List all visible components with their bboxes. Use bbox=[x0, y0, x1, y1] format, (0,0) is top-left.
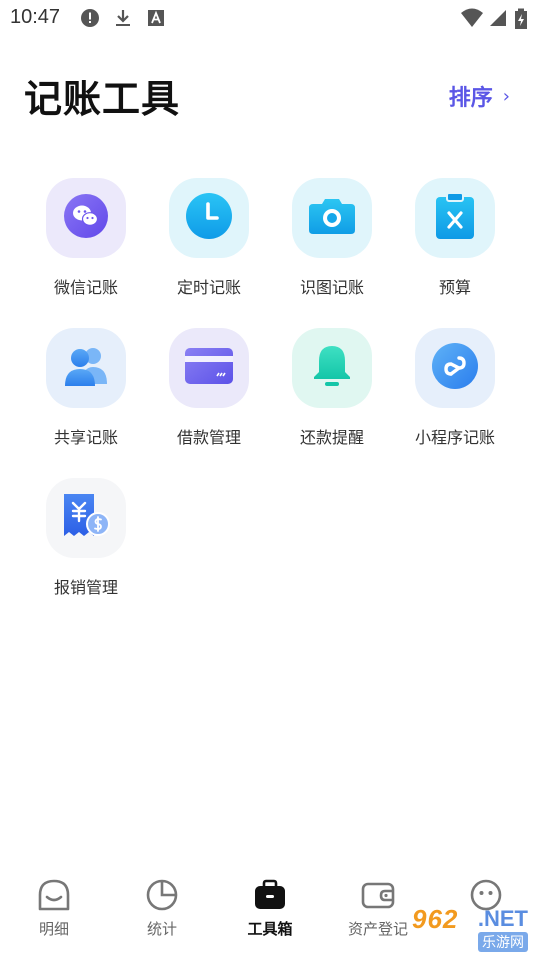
wechat-icon bbox=[62, 192, 110, 244]
toolbox-icon bbox=[253, 878, 287, 912]
tool-icon-bg bbox=[46, 478, 126, 558]
camera-icon bbox=[307, 194, 357, 242]
nav-label: 统计 bbox=[146, 920, 177, 938]
font-a-icon bbox=[146, 8, 166, 28]
tool-reimbursement-management[interactable]: 报销管理 bbox=[25, 478, 145, 608]
tool-label: 定时记账 bbox=[176, 278, 241, 297]
nav-label: 工具箱 bbox=[247, 920, 293, 938]
mini-program-icon bbox=[430, 341, 480, 395]
wifi-icon bbox=[460, 8, 484, 28]
nav-item-statistics[interactable]: 统计 bbox=[108, 868, 216, 960]
tool-icon-bg bbox=[169, 178, 249, 258]
watermark-net: .NET bbox=[477, 906, 528, 931]
users-icon bbox=[62, 344, 110, 392]
tool-scheduled-bookkeeping[interactable]: 定时记账 bbox=[148, 178, 268, 308]
tool-budget[interactable]: 预算 bbox=[394, 178, 514, 308]
tool-label: 识图记账 bbox=[299, 278, 364, 297]
tool-icon-bg bbox=[292, 178, 372, 258]
detail-face-icon bbox=[37, 878, 71, 912]
tool-wechat-bookkeeping[interactable]: 微信记账 bbox=[25, 178, 145, 308]
tool-icon-bg bbox=[292, 328, 372, 408]
watermark-number: 962 bbox=[412, 904, 459, 934]
bell-icon bbox=[310, 343, 354, 393]
sort-button[interactable]: 排序 › bbox=[449, 80, 510, 112]
tool-label: 还款提醒 bbox=[299, 428, 364, 447]
tool-loan-management[interactable]: 借款管理 bbox=[148, 328, 268, 458]
watermark-logo: 962 .NET 乐游网 bbox=[402, 904, 534, 954]
tool-mini-program-bookkeeping[interactable]: 小程序记账 bbox=[394, 328, 514, 458]
tool-label: 小程序记账 bbox=[414, 428, 495, 447]
download-icon bbox=[113, 8, 133, 28]
tool-shared-bookkeeping[interactable]: 共享记账 bbox=[25, 328, 145, 458]
tool-icon-bg bbox=[169, 328, 249, 408]
clipboard-icon bbox=[434, 191, 476, 245]
status-time: 10:47 bbox=[10, 6, 61, 28]
tool-icon-bg bbox=[46, 328, 126, 408]
wallet-icon bbox=[361, 878, 395, 912]
tool-icon-bg bbox=[46, 178, 126, 258]
tool-label: 借款管理 bbox=[176, 428, 241, 447]
tool-icon-bg bbox=[415, 328, 495, 408]
nav-label: 明细 bbox=[38, 920, 69, 938]
signal-icon bbox=[488, 8, 508, 28]
tool-label: 微信记账 bbox=[53, 278, 118, 297]
pie-chart-icon bbox=[145, 878, 179, 912]
nav-item-detail[interactable]: 明细 bbox=[0, 868, 108, 960]
tool-label: 报销管理 bbox=[53, 578, 118, 597]
battery-charging-icon bbox=[514, 8, 528, 29]
watermark-subtitle: 乐游网 bbox=[478, 932, 528, 952]
sort-label: 排序 bbox=[448, 86, 493, 111]
status-bar: 10:47 bbox=[0, 0, 540, 36]
card-icon bbox=[184, 347, 234, 389]
tool-repayment-reminder[interactable]: 还款提醒 bbox=[271, 328, 391, 458]
tool-image-bookkeeping[interactable]: 识图记账 bbox=[271, 178, 391, 308]
clock-icon bbox=[184, 191, 234, 245]
tool-icon-bg bbox=[415, 178, 495, 258]
alert-icon bbox=[80, 8, 100, 28]
nav-label: 资产登记 bbox=[347, 920, 408, 938]
nav-item-toolbox[interactable]: 工具箱 bbox=[216, 868, 324, 960]
page-title: 记账工具 bbox=[24, 77, 181, 121]
chevron-right-icon: › bbox=[502, 85, 510, 107]
tool-label: 预算 bbox=[438, 278, 471, 297]
tool-label: 共享记账 bbox=[53, 428, 118, 447]
receipt-icon bbox=[60, 491, 112, 545]
